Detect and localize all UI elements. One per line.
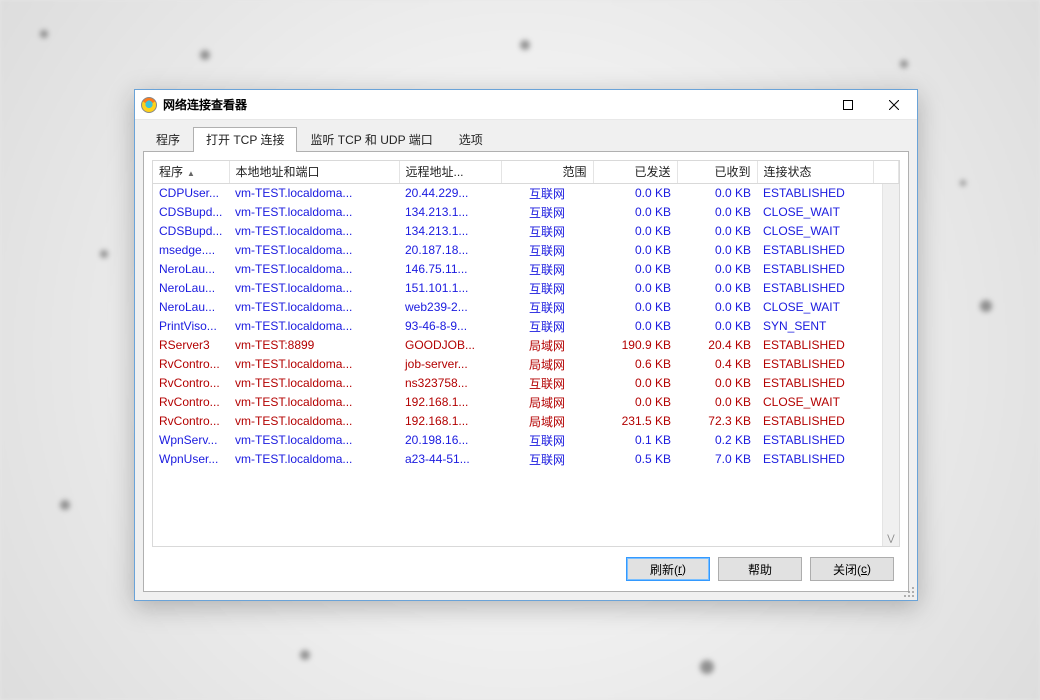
resize-grip[interactable] — [901, 584, 915, 598]
table-row[interactable]: RServer3vm-TEST:8899GOODJOB...局域网190.9 K… — [153, 336, 899, 355]
table-row[interactable]: WpnServ...vm-TEST.localdoma...20.198.16.… — [153, 431, 899, 450]
scrollbar-vertical[interactable]: ⋁ — [882, 184, 899, 546]
app-icon — [141, 97, 157, 113]
column-header-state[interactable]: 连接状态 — [757, 161, 873, 183]
tab-3[interactable]: 选项 — [446, 127, 496, 152]
titlebar[interactable]: 网络连接查看器 — [135, 90, 917, 120]
help-button[interactable]: 帮助 — [718, 557, 802, 581]
maximize-button[interactable] — [825, 90, 871, 120]
grip-icon — [901, 584, 915, 598]
column-header-recv[interactable]: 已收到 — [677, 161, 757, 183]
table-row[interactable]: msedge....vm-TEST.localdoma...20.187.18.… — [153, 241, 899, 260]
table-row[interactable]: WpnUser...vm-TEST.localdoma...a23-44-51.… — [153, 450, 899, 469]
column-header-sent[interactable]: 已发送 — [593, 161, 677, 183]
refresh-button[interactable]: 刷新(r) — [626, 557, 710, 581]
table-row[interactable]: NeroLau...vm-TEST.localdoma...146.75.11.… — [153, 260, 899, 279]
table-row[interactable]: NeroLau...vm-TEST.localdoma...151.101.1.… — [153, 279, 899, 298]
column-header-local[interactable]: 本地地址和端口 — [229, 161, 399, 183]
tab-1[interactable]: 打开 TCP 连接 — [193, 127, 297, 152]
table-row[interactable]: RvContro...vm-TEST.localdoma...192.168.1… — [153, 412, 899, 431]
table-row[interactable]: RvContro...vm-TEST.localdoma...ns323758.… — [153, 374, 899, 393]
close-window-button[interactable] — [871, 90, 917, 120]
table-row[interactable]: CDPUser...vm-TEST.localdoma...20.44.229.… — [153, 183, 899, 203]
close-icon — [889, 100, 899, 110]
dialog-footer: 刷新(r) 帮助 关闭(c) — [152, 547, 900, 583]
table-row[interactable]: CDSBupd...vm-TEST.localdoma...134.213.1.… — [153, 203, 899, 222]
table-row[interactable]: RvContro...vm-TEST.localdoma...192.168.1… — [153, 393, 899, 412]
connections-listview[interactable]: 程序本地地址和端口远程地址...范围已发送已收到连接状态 CDPUser...v… — [152, 160, 900, 547]
tab-content: 程序本地地址和端口远程地址...范围已发送已收到连接状态 CDPUser...v… — [143, 151, 909, 592]
chevron-down-icon: ⋁ — [887, 533, 894, 544]
tabstrip: 程序打开 TCP 连接监听 TCP 和 UDP 端口选项 — [135, 120, 917, 151]
tab-2[interactable]: 监听 TCP 和 UDP 端口 — [297, 127, 445, 152]
table-row[interactable]: NeroLau...vm-TEST.localdoma...web239-2..… — [153, 298, 899, 317]
table-row[interactable]: PrintViso...vm-TEST.localdoma...93-46-8-… — [153, 317, 899, 336]
column-header-scope[interactable]: 范围 — [501, 161, 593, 183]
square-icon — [843, 100, 853, 110]
column-header-program[interactable]: 程序 — [153, 161, 229, 183]
table-row[interactable]: CDSBupd...vm-TEST.localdoma...134.213.1.… — [153, 222, 899, 241]
app-window: 网络连接查看器 程序打开 TCP 连接监听 TCP 和 UDP 端口选项 程序本… — [134, 89, 918, 601]
table-row[interactable]: RvContro...vm-TEST.localdoma...job-serve… — [153, 355, 899, 374]
tab-0[interactable]: 程序 — [143, 127, 193, 152]
window-title: 网络连接查看器 — [163, 96, 247, 113]
close-button[interactable]: 关闭(c) — [810, 557, 894, 581]
column-header-remote[interactable]: 远程地址... — [399, 161, 501, 183]
